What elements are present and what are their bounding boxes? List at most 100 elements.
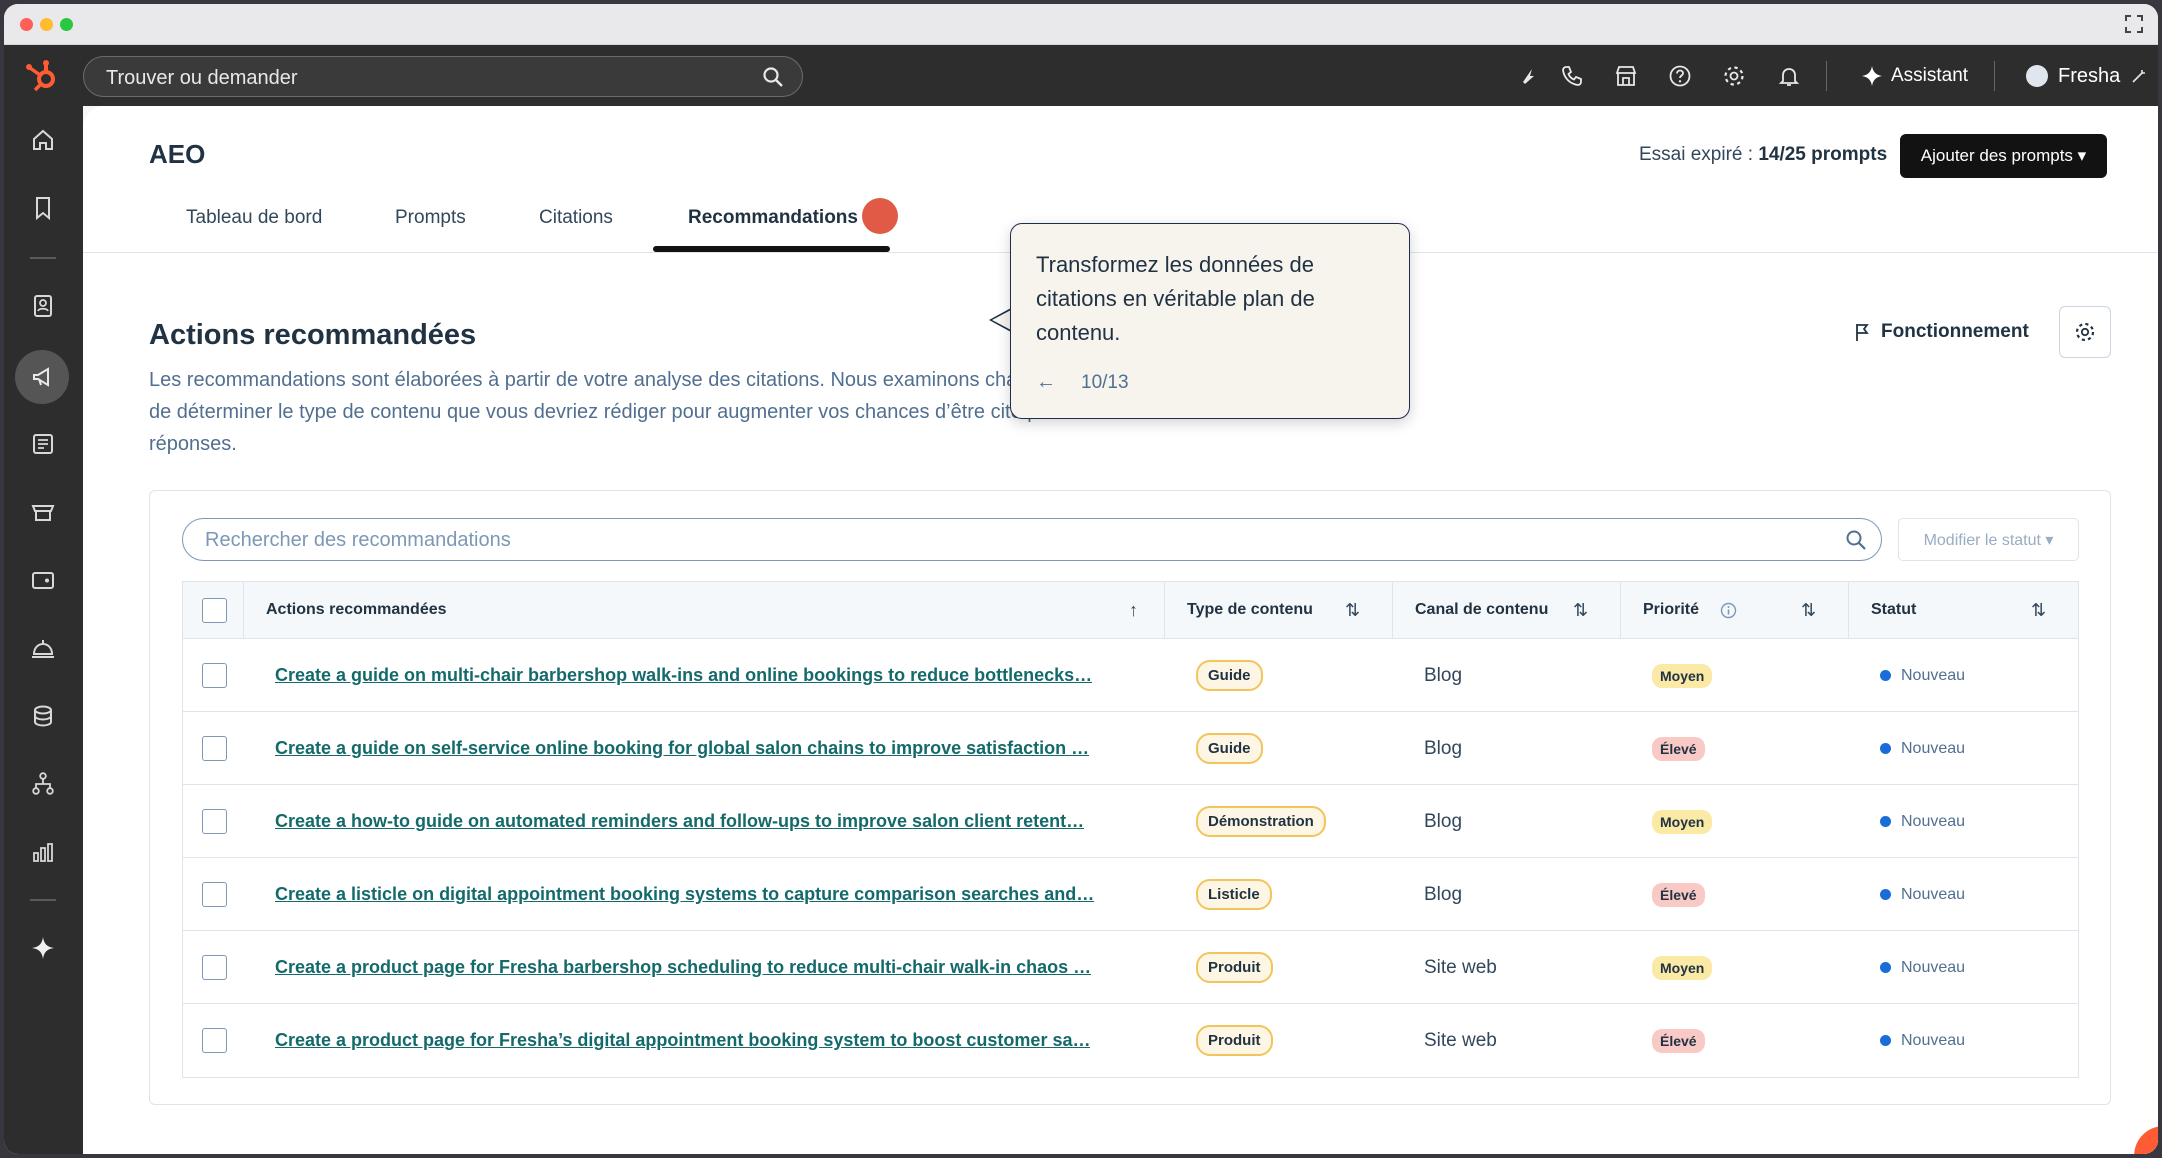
close-window-button[interactable] — [20, 18, 33, 31]
sparkle-icon — [1862, 66, 1882, 86]
table-row: Create a product page for Fresha’s digit… — [183, 1004, 2078, 1077]
top-navigation: Trouver ou demander Assistant Fresha — [4, 45, 2158, 106]
recommendation-link[interactable]: Create a product page for Fresha barbers… — [275, 957, 1091, 978]
marketplace-icon[interactable] — [1614, 64, 1638, 88]
sidebar-divider — [30, 257, 56, 259]
recommendation-link[interactable]: Create a how-to guide on automated remin… — [275, 811, 1084, 832]
phone-icon[interactable] — [1560, 64, 1584, 88]
recommendation-link[interactable]: Create a guide on multi-chair barbershop… — [275, 665, 1092, 686]
column-header-channel[interactable]: Canal de contenu ⇅ — [1392, 582, 1620, 639]
trial-prefix: Essai expiré : — [1639, 144, 1759, 165]
ai-sparkle-icon[interactable] — [29, 934, 57, 962]
priority-badge: Élevé — [1652, 882, 1705, 907]
select-all-checkbox[interactable] — [202, 598, 227, 623]
upgrade-rocket-icon[interactable] — [1515, 64, 1539, 88]
status-dot — [1880, 1035, 1891, 1046]
status-indicator: Nouveau — [1880, 1032, 1965, 1050]
row-checkbox[interactable] — [202, 809, 227, 834]
marketing-megaphone-icon[interactable] — [29, 363, 57, 391]
minimize-window-button[interactable] — [40, 18, 53, 31]
maximize-window-button[interactable] — [60, 18, 73, 31]
tab-citations[interactable]: Citations — [539, 207, 613, 229]
search-icon[interactable] — [762, 66, 784, 88]
recommendations-table: Actions recommandées ↑ Type de contenu ⇅… — [182, 581, 2079, 1078]
recommendation-link[interactable]: Create a listicle on digital appointment… — [275, 884, 1094, 905]
row-checkbox[interactable] — [202, 663, 227, 688]
how-it-works-link[interactable]: Fonctionnement — [1853, 321, 2029, 343]
settings-button[interactable] — [2059, 306, 2111, 358]
tab-dashboard[interactable]: Tableau de bord — [186, 207, 322, 229]
add-prompts-button[interactable]: Ajouter des prompts ▾ — [1900, 134, 2107, 178]
notifications-bell-icon[interactable] — [1777, 64, 1801, 88]
content-type-badge: Démonstration — [1196, 806, 1326, 837]
wallet-icon[interactable] — [29, 566, 57, 594]
search-icon[interactable] — [1845, 529, 1867, 551]
bookmark-icon[interactable] — [29, 194, 57, 222]
table-row: Create a listicle on digital appointment… — [183, 858, 2078, 931]
status-label: Nouveau — [1901, 1031, 1966, 1049]
content-type-badge: Listicle — [1196, 879, 1272, 910]
section-title: Actions recommandées — [149, 319, 477, 351]
main-content: AEO Essai expiré : 14/25 prompts Ajouter… — [83, 106, 2158, 1154]
status-indicator: Nouveau — [1880, 667, 1965, 685]
data-database-icon[interactable] — [29, 702, 57, 730]
global-search-input[interactable]: Trouver ou demander — [83, 56, 803, 97]
automation-workflow-icon[interactable] — [29, 770, 57, 798]
account-menu[interactable]: Fresha — [2026, 62, 2148, 90]
status-indicator: Nouveau — [1880, 886, 1965, 904]
tour-beacon[interactable] — [862, 198, 898, 234]
browser-window: Trouver ou demander Assistant Fresha AEO… — [4, 4, 2158, 1154]
left-sidebar — [4, 106, 83, 1154]
recommendation-link[interactable]: Create a product page for Fresha’s digit… — [275, 1030, 1090, 1051]
contacts-icon[interactable] — [29, 292, 57, 320]
sidebar-divider — [30, 899, 56, 901]
column-label-channel: Canal de contenu — [1415, 601, 1549, 618]
table-row: Create a how-to guide on automated remin… — [183, 785, 2078, 858]
service-bell-icon[interactable] — [29, 634, 57, 662]
column-label-type: Type de contenu — [1187, 601, 1313, 618]
priority-badge: Élevé — [1652, 1028, 1705, 1053]
help-icon[interactable] — [1668, 64, 1692, 88]
assistant-button[interactable]: Assistant — [1862, 62, 1968, 90]
trial-status: Essai expiré : 14/25 prompts — [1639, 144, 1887, 166]
row-checkbox[interactable] — [202, 882, 227, 907]
sort-ascending-icon[interactable]: ↑ — [1129, 600, 1138, 621]
settings-gear-icon[interactable] — [1722, 64, 1746, 88]
column-header-action[interactable]: Actions recommandées ↑ — [243, 582, 1164, 639]
column-header-priority[interactable]: Priorité ⇅ — [1620, 582, 1848, 639]
reporting-chart-icon[interactable] — [29, 838, 57, 866]
change-status-button[interactable]: Modifier le statut ▾ — [1898, 518, 2079, 561]
sort-icon[interactable]: ⇅ — [1573, 600, 1588, 621]
status-label: Nouveau — [1901, 885, 1966, 903]
hubspot-logo-icon[interactable] — [24, 59, 60, 93]
content-icon[interactable] — [29, 430, 57, 458]
recommendations-search-placeholder: Rechercher des recommandations — [205, 529, 511, 551]
row-checkbox[interactable] — [202, 1028, 227, 1053]
recommendation-link[interactable]: Create a guide on self-service online bo… — [275, 738, 1089, 759]
column-header-status[interactable]: Statut ⇅ — [1848, 582, 2078, 639]
fullscreen-icon[interactable] — [2124, 14, 2144, 34]
content-type-badge: Produit — [1196, 952, 1273, 983]
column-label-action: Actions recommandées — [266, 601, 447, 618]
sort-icon[interactable]: ⇅ — [1345, 600, 1360, 621]
row-checkbox[interactable] — [202, 736, 227, 761]
tab-recommendations[interactable]: Recommandations — [688, 207, 858, 229]
sort-icon[interactable]: ⇅ — [1801, 600, 1816, 621]
content-channel: Blog — [1424, 810, 1463, 832]
tooltip-pointer-fill — [992, 310, 1011, 330]
tab-prompts[interactable]: Prompts — [395, 207, 466, 229]
home-icon[interactable] — [29, 126, 57, 154]
column-header-type[interactable]: Type de contenu ⇅ — [1164, 582, 1392, 639]
trial-count: 14/25 prompts — [1758, 144, 1888, 165]
commerce-icon[interactable] — [29, 498, 57, 526]
content-type-badge: Guide — [1196, 733, 1263, 764]
recommendations-search-input[interactable]: Rechercher des recommandations — [182, 518, 1882, 561]
priority-badge: Moyen — [1652, 809, 1713, 834]
info-icon[interactable] — [1720, 602, 1737, 619]
avatar — [2026, 65, 2048, 87]
global-search-placeholder: Trouver ou demander — [106, 67, 298, 89]
status-label: Nouveau — [1901, 812, 1966, 830]
row-checkbox[interactable] — [202, 955, 227, 980]
sort-icon[interactable]: ⇅ — [2031, 600, 2046, 621]
back-arrow-icon[interactable]: ← — [1036, 371, 1056, 394]
